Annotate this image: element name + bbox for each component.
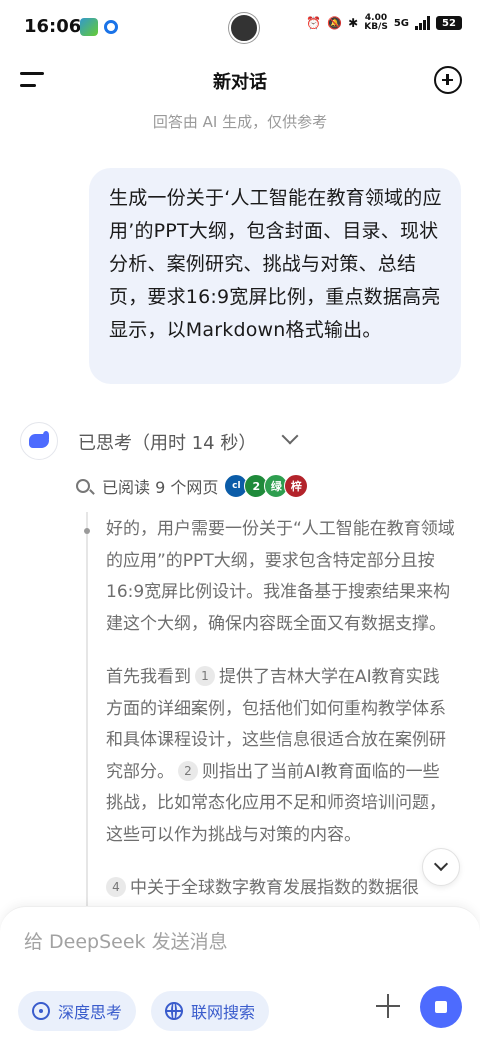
citation-badge[interactable]: 4 xyxy=(106,877,126,897)
read-pages-row[interactable]: 已阅读 9 个网页 cl 2 绿 梓 xyxy=(76,474,309,498)
site-icon-4: 梓 xyxy=(284,474,309,498)
atom-icon xyxy=(32,1002,50,1020)
source-site-icons[interactable]: cl 2 绿 梓 xyxy=(224,474,309,498)
page-title: 新对话 xyxy=(213,72,267,93)
web-search-label: 联网搜索 xyxy=(191,1003,256,1022)
scroll-to-bottom-button[interactable] xyxy=(422,848,460,886)
status-bar: 16:06 ⏰ 🔕 ✱ 4.00 KB/S 5G 52 xyxy=(0,0,480,56)
deep-think-label: 深度思考 xyxy=(58,1003,123,1022)
network-speed: 4.00 KB/S xyxy=(364,13,388,32)
stop-generation-button[interactable] xyxy=(420,986,462,1028)
globe-icon xyxy=(165,1002,183,1020)
thinking-divider xyxy=(86,512,88,912)
signal-icon xyxy=(415,16,430,30)
citation-badge[interactable]: 1 xyxy=(195,666,215,686)
web-search-button[interactable]: 联网搜索 xyxy=(151,991,270,1031)
thinking-paragraph: 4 中关于全球数字教育发展指数的数据很 xyxy=(106,873,456,905)
deepseek-logo-icon xyxy=(20,422,58,460)
app-icon-1 xyxy=(80,18,98,36)
ai-disclaimer: 回答由 AI 生成，仅供参考 xyxy=(152,113,328,131)
new-chat-button[interactable] xyxy=(434,66,462,94)
avatar-icon xyxy=(229,13,259,43)
citation-badge[interactable]: 2 xyxy=(178,760,198,781)
user-message-bubble[interactable]: 生成一份关于‘人工智能在教育领域的应用’的PPT大纲，包含封面、目录、现状分析、… xyxy=(89,168,461,384)
search-icon xyxy=(76,479,90,493)
thinking-content: 好的，用户需要一份关于“人工智能在教育领域的应用”的PPT大纲，要求包含特定部分… xyxy=(106,514,456,927)
status-icons: ⏰ 🔕 ✱ 4.00 KB/S 5G 52 xyxy=(306,14,462,32)
read-pages-label: 已阅读 9 个网页 xyxy=(102,478,219,497)
app-icon-2 xyxy=(104,20,118,34)
chevron-down-icon[interactable] xyxy=(281,427,299,445)
attach-plus-button[interactable] xyxy=(376,994,400,1018)
network-type: 5G xyxy=(393,17,409,29)
thinking-status-toggle[interactable]: 已思考（用时 14 秒） xyxy=(78,429,256,455)
thinking-bullet xyxy=(84,528,90,534)
mute-icon: 🔕 xyxy=(327,16,343,30)
message-composer: 给 DeepSeek 发送消息 深度思考 联网搜索 xyxy=(0,906,480,1057)
thinking-paragraph: 首先我看到 1 提供了吉林大学在AI教育实践方面的详细案例，包括他们如何重构教学体系… xyxy=(106,666,446,845)
thinking-paragraph: 好的，用户需要一份关于“人工智能在教育领域的应用”的PPT大纲，要求包含特定部分… xyxy=(106,519,455,634)
deep-think-button[interactable]: 深度思考 xyxy=(18,991,137,1031)
alarm-icon: ⏰ xyxy=(306,16,322,30)
battery-icon: 52 xyxy=(436,16,462,30)
bluetooth-icon: ✱ xyxy=(348,16,359,30)
message-input[interactable]: 给 DeepSeek 发送消息 xyxy=(24,927,228,954)
status-time: 16:06 xyxy=(24,16,82,37)
